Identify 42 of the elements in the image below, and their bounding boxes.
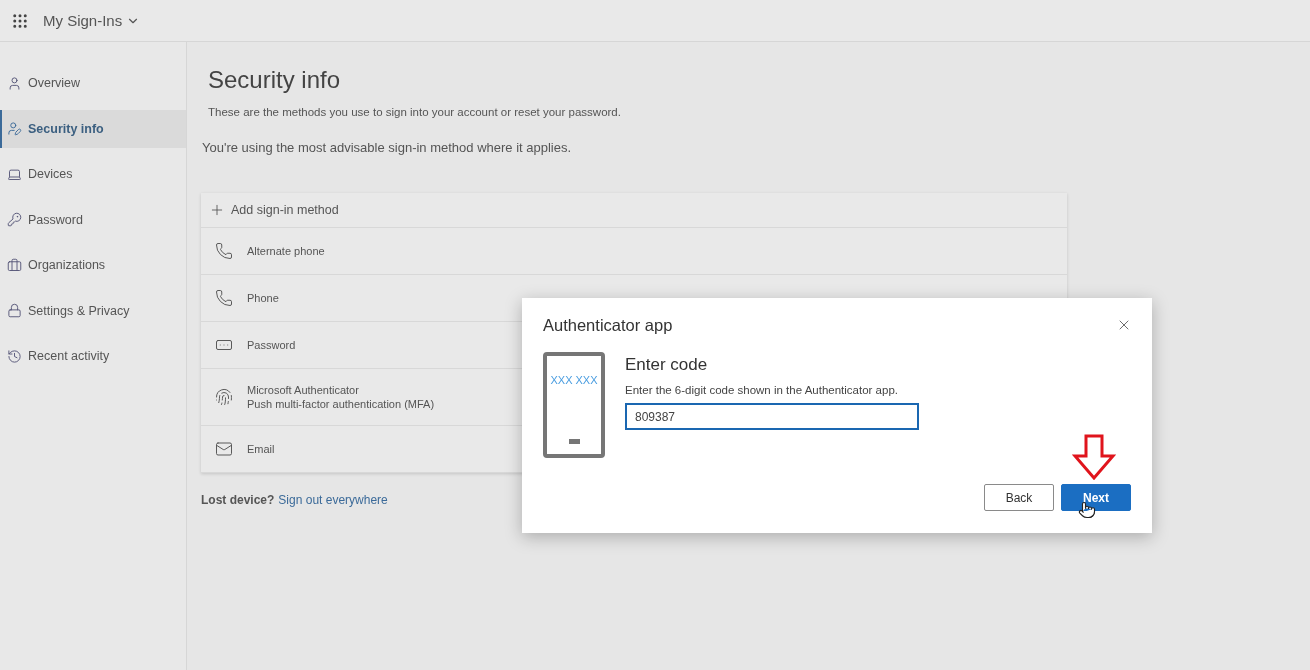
method-name: Password — [247, 339, 296, 351]
lock-icon — [7, 303, 22, 318]
laptop-icon — [7, 166, 22, 182]
nav-item[interactable]: Devices — [0, 155, 186, 193]
phone-icon — [215, 242, 233, 260]
plus-icon — [209, 202, 225, 218]
method-detail: Push multi-factor authentication (MFA) — [247, 398, 435, 410]
instruction-text: Enter the 6-digit code shown in the Authenticator app. — [625, 384, 899, 396]
add-method-button[interactable]: Add sign-in method — [201, 193, 1067, 228]
method-name: Microsoft Authenticator — [247, 384, 360, 396]
method-name: Alternate phone — [247, 245, 325, 257]
method-name: Phone — [247, 292, 279, 304]
mail-icon — [215, 440, 233, 458]
pointer-cursor-icon — [1078, 501, 1096, 519]
dialog-heading: Enter code — [625, 355, 709, 375]
code-field[interactable]: 809387 — [625, 403, 919, 430]
person-pen-icon — [7, 121, 22, 136]
page-subtitle: These are the methods you use to sign into your account or reset your password. — [208, 106, 622, 118]
secondary-button[interactable]: Back — [984, 484, 1054, 511]
app-launcher-icon[interactable] — [11, 11, 29, 30]
nav-item[interactable]: Overview — [0, 64, 186, 102]
sign-out-link[interactable]: Sign out everywhere — [278, 493, 388, 507]
nav-item[interactable]: Organizations — [0, 246, 186, 284]
lost-device-label: Lost device? — [201, 493, 275, 507]
phone-icon — [215, 289, 233, 307]
method-name: Email — [247, 443, 275, 455]
arrow-down-icon — [1072, 434, 1116, 480]
dialog-title: Authenticator app — [543, 316, 673, 335]
briefcase-icon — [7, 257, 22, 273]
person-icon — [7, 75, 22, 91]
history-icon — [7, 348, 22, 364]
primary-button[interactable]: Next — [1061, 484, 1131, 511]
phone-code: XXX XXX — [550, 374, 598, 386]
app-title[interactable]: My Sign-Ins — [43, 12, 141, 29]
nav-item[interactable]: Security info — [0, 109, 186, 148]
nav-item[interactable]: Settings & Privacy — [0, 291, 186, 330]
fingerprint-icon — [215, 388, 233, 406]
nav-item[interactable]: Recent activity — [0, 337, 186, 375]
notice-text: You're using the most advisable sign-in method where it applies. — [202, 140, 573, 155]
nav-item[interactable]: Password — [0, 200, 186, 239]
key-icon — [7, 212, 22, 227]
page-title: Security info — [208, 66, 342, 94]
